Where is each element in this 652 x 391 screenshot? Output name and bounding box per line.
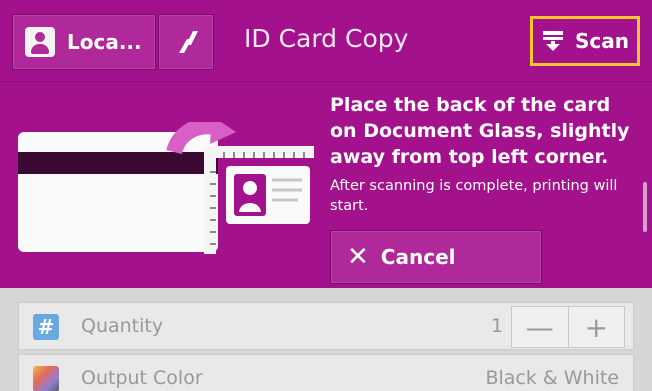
user-button[interactable]: Loca... [12, 14, 156, 70]
user-icon [25, 27, 55, 57]
output-color-label: Output Color [81, 367, 203, 389]
card-icon [18, 132, 218, 252]
color-icon [33, 366, 59, 391]
quantity-value: 1 [491, 315, 504, 337]
menu-button[interactable] [158, 14, 214, 70]
scan-button[interactable]: Scan [530, 16, 640, 66]
cancel-label: Cancel [380, 245, 456, 269]
scrollbar[interactable] [643, 182, 647, 232]
top-bar: Loca... ID Card Copy Scan [0, 0, 652, 82]
instruction-illustration [18, 122, 314, 254]
plus-icon: + [584, 310, 608, 344]
id-card-copy-screen: Loca... ID Card Copy Scan Place the back… [0, 0, 652, 391]
quantity-stepper: — + [511, 306, 625, 348]
slash-icon [179, 31, 198, 53]
instruction-subtitle: After scanning is complete, printing wil… [330, 178, 618, 214]
decrement-button[interactable]: — [512, 307, 569, 347]
settings-list: # Quantity 1 — + Output Color Black & Wh… [0, 288, 652, 391]
increment-button[interactable]: + [569, 307, 625, 347]
close-icon: ✕ [347, 242, 369, 272]
hash-icon: # [33, 314, 59, 340]
user-label: Loca... [67, 30, 142, 54]
id-card-icon [226, 166, 310, 224]
quantity-row: # Quantity 1 — + [18, 302, 634, 350]
instruction-title: Place the back of the card on Document G… [330, 94, 630, 168]
scan-label: Scan [575, 29, 629, 53]
minus-icon: — [525, 310, 554, 344]
quantity-label: Quantity [81, 315, 164, 337]
output-color-row[interactable]: Output Color Black & White [18, 354, 634, 391]
scan-icon [543, 31, 563, 51]
cancel-button[interactable]: ✕ Cancel [330, 230, 542, 284]
output-color-value: Black & White [485, 367, 619, 389]
page-title: ID Card Copy [244, 24, 409, 53]
